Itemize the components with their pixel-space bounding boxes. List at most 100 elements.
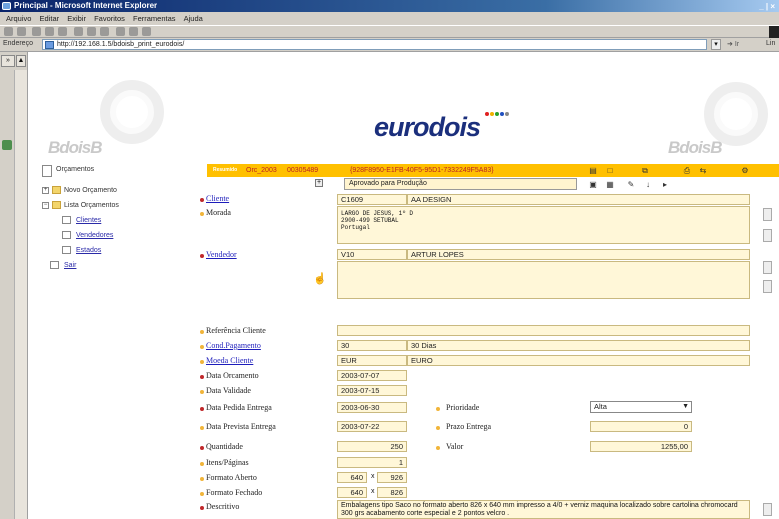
scroll-up-icon[interactable] xyxy=(763,503,772,516)
save-icon[interactable]: ▣ xyxy=(586,178,600,191)
cond-pag-code[interactable]: 30 xyxy=(337,340,407,351)
scroll-down-icon[interactable] xyxy=(763,229,772,242)
printer-icon[interactable]: ⎙ xyxy=(680,164,694,177)
menu-arquivo[interactable]: Arquivo xyxy=(6,12,31,25)
scroll-down-icon[interactable] xyxy=(763,280,772,293)
menu-ajuda[interactable]: Ajuda xyxy=(184,12,203,25)
address-input[interactable]: http://192.168.1.5/bdoisb_print_eurodois… xyxy=(42,39,707,50)
scroll-up-icon[interactable] xyxy=(763,261,772,274)
settings-icon[interactable]: ⚙ xyxy=(738,164,752,177)
collapse-button[interactable]: » xyxy=(1,55,15,67)
formato-aberto-width[interactable]: 640 xyxy=(337,472,367,483)
moeda-text[interactable]: EURO xyxy=(407,355,750,366)
label-data-prevista: Data Prevista Entrega xyxy=(206,422,276,431)
label-data-pedida: Data Pedida Entrega xyxy=(206,403,272,412)
optional-dot xyxy=(436,446,440,450)
home-icon[interactable] xyxy=(58,27,67,36)
home-frame-icon[interactable] xyxy=(2,140,12,150)
scroll-up-button[interactable]: ▲ xyxy=(16,55,26,67)
window-title: Principal - Microsoft Internet Explorer xyxy=(14,1,158,10)
menu-exibir[interactable]: Exibir xyxy=(67,12,86,25)
formato-fechado-width[interactable]: 640 xyxy=(337,487,367,498)
quantidade-field[interactable]: 250 xyxy=(337,441,407,452)
moeda-code[interactable]: EUR xyxy=(337,355,407,366)
export-icon[interactable]: ⇆ xyxy=(696,164,710,177)
nav-item-novo-orcamento[interactable]: + Novo Orçamento xyxy=(40,183,200,198)
address-label: Endereço xyxy=(3,40,33,47)
stop-icon[interactable] xyxy=(32,27,41,36)
arrow-right-icon[interactable]: ▸ xyxy=(658,178,672,191)
valor-field[interactable]: 1255,00 xyxy=(590,441,692,452)
nav-item-clientes[interactable]: Clientes xyxy=(40,213,200,228)
label-cond-pagamento[interactable]: Cond.Pagamento xyxy=(206,341,261,350)
collapse-icon[interactable]: − xyxy=(42,202,49,209)
morada-textarea[interactable]: LARGO DE JESUS, 1º D 2900-499 SETUBAL Po… xyxy=(337,206,750,244)
page-icon xyxy=(62,231,71,239)
optional-dot xyxy=(200,477,204,481)
formato-fechado-height[interactable]: 826 xyxy=(377,487,407,498)
data-prevista-field[interactable]: 2003-07-22 xyxy=(337,421,407,432)
address-dropdown-icon[interactable]: ▾ xyxy=(711,39,721,50)
back-icon[interactable] xyxy=(4,27,13,36)
formato-aberto-height[interactable]: 926 xyxy=(377,472,407,483)
prazo-entrega-field[interactable]: 0 xyxy=(590,421,692,432)
vendedor-code[interactable]: V10 xyxy=(337,249,407,260)
cliente-name[interactable]: AA DESIGN xyxy=(407,194,750,205)
header-guid: {928F8950-E1FB-40F5-95D1-7332249F5A83} xyxy=(350,167,494,174)
edit-icon[interactable] xyxy=(142,27,151,36)
data-orcamento-field[interactable]: 2003-07-07 xyxy=(337,370,407,381)
nav-link-estados[interactable]: Estados xyxy=(76,247,101,254)
optional-dot xyxy=(200,330,204,334)
label-vendedor[interactable]: Vendedor xyxy=(206,250,237,259)
referencia-field[interactable] xyxy=(337,325,750,336)
refresh-icon[interactable] xyxy=(45,27,54,36)
tools-icon[interactable]: ✎ xyxy=(624,178,638,191)
menu-ferramentas[interactable]: Ferramentas xyxy=(133,12,176,25)
go-button[interactable]: ➜ Ir xyxy=(727,40,739,48)
vendedor-notes[interactable] xyxy=(337,261,750,299)
data-pedida-field[interactable]: 2003-06-30 xyxy=(337,402,407,413)
summary-icon[interactable]: ▤ xyxy=(586,164,600,177)
new-document-icon[interactable]: □ xyxy=(603,164,617,177)
data-validade-field[interactable]: 2003-07-15 xyxy=(337,385,407,396)
arrow-down-icon[interactable]: ↓ xyxy=(641,178,655,191)
menu-editar[interactable]: Editar xyxy=(40,12,60,25)
nav-link-clientes[interactable]: Clientes xyxy=(76,217,101,224)
page-icon xyxy=(50,261,59,269)
cliente-code[interactable]: C1609 xyxy=(337,194,407,205)
nav-item-vendedores[interactable]: Vendedores xyxy=(40,228,200,243)
vendedor-name[interactable]: ARTUR LOPES xyxy=(407,249,750,260)
expand-icon[interactable]: + xyxy=(42,187,49,194)
copy-icon[interactable]: ⧉ xyxy=(638,164,652,177)
frame-scrollbar[interactable] xyxy=(14,70,27,519)
label-cliente[interactable]: Cliente xyxy=(206,194,229,203)
nav-link-sair[interactable]: Sair xyxy=(64,262,76,269)
history-icon[interactable] xyxy=(100,27,109,36)
descritivo-textarea[interactable]: Embalagens tipo Saco no formato aberto 8… xyxy=(337,500,750,519)
state-field[interactable]: Aprovado para Produção xyxy=(344,178,577,190)
state-expand-icon[interactable]: + xyxy=(315,179,323,187)
calculator-icon[interactable]: ▦ xyxy=(603,178,617,191)
itens-field[interactable]: 1 xyxy=(337,457,407,468)
label-moeda[interactable]: Moeda Cliente xyxy=(206,356,253,365)
print-icon[interactable] xyxy=(129,27,138,36)
nav-item-sair[interactable]: Sair xyxy=(40,258,200,273)
scroll-up-icon[interactable] xyxy=(763,208,772,221)
optional-dot xyxy=(200,212,204,216)
favorites-icon[interactable] xyxy=(87,27,96,36)
mail-icon[interactable] xyxy=(116,27,125,36)
search-icon[interactable] xyxy=(74,27,83,36)
required-dot xyxy=(200,254,204,258)
links-button[interactable]: Lin xyxy=(766,40,775,47)
nav-item-lista-orcamentos[interactable]: − Lista Orçamentos xyxy=(40,198,200,213)
swirl-left-icon xyxy=(100,80,164,144)
label-referencia: Referência Cliente xyxy=(206,326,266,335)
nav-link-vendedores[interactable]: Vendedores xyxy=(76,232,113,239)
forward-icon[interactable] xyxy=(17,27,26,36)
nav-item-estados[interactable]: Estados xyxy=(40,243,200,258)
menu-favoritos[interactable]: Favoritos xyxy=(94,12,125,25)
nav-root[interactable]: Orçamentos xyxy=(40,163,200,183)
cond-pag-text[interactable]: 30 Dias xyxy=(407,340,750,351)
label-prioridade: Prioridade xyxy=(446,403,480,412)
prioridade-select[interactable]: Alta ▼ xyxy=(590,401,692,413)
